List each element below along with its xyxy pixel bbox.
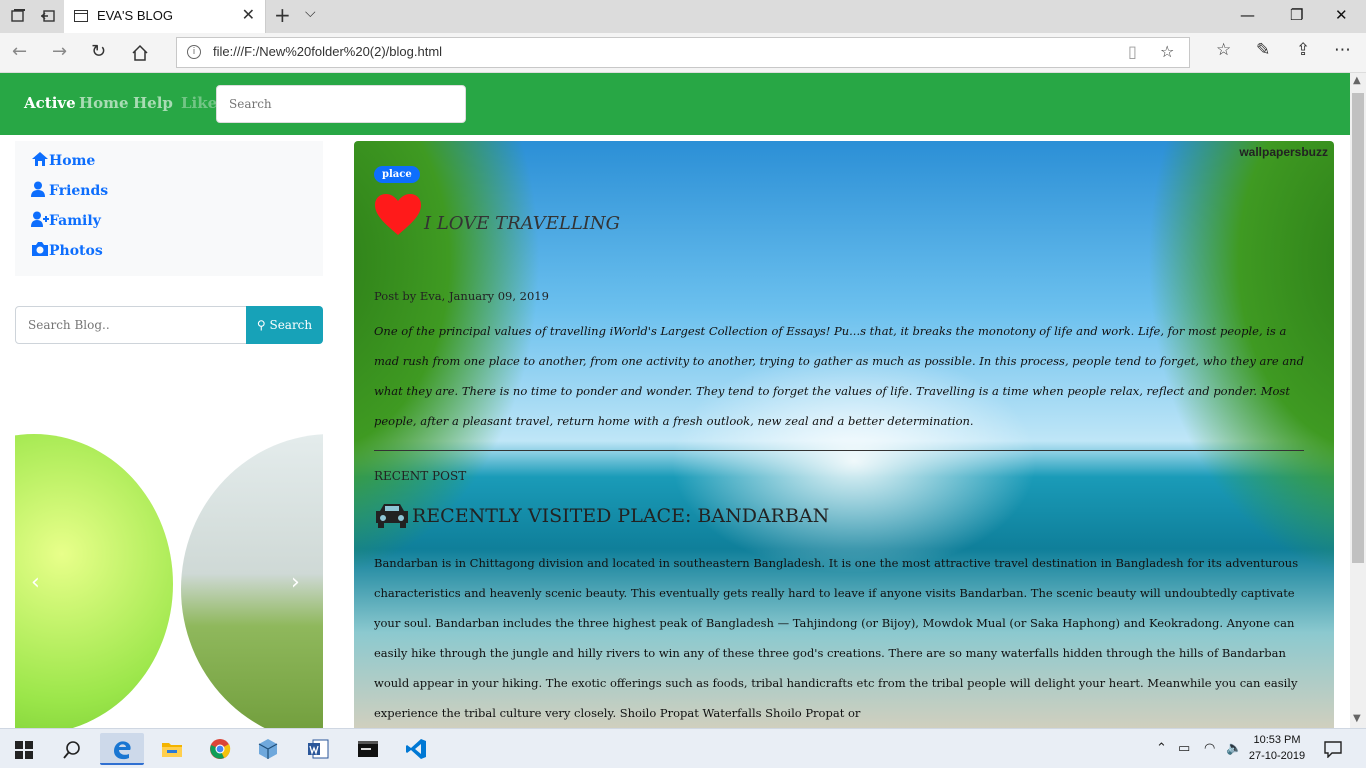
camera-icon — [32, 242, 48, 256]
recent-post-title: RECENTLY VISITED PLACE: BANDARBAN — [412, 505, 830, 527]
notifications-icon[interactable] — [1324, 740, 1342, 758]
forward-icon[interactable]: → — [52, 41, 67, 62]
taskbar-chrome[interactable] — [198, 733, 242, 765]
edge-icon — [114, 741, 131, 760]
sidebar-item-label: Family — [49, 213, 101, 229]
image-carousel: ‹ › — [15, 434, 323, 728]
user-plus-icon — [31, 211, 49, 227]
browser-tab[interactable]: EVA'S BLOG ✕ — [64, 0, 266, 33]
reading-view-icon[interactable]: ▯ — [1128, 42, 1137, 61]
blog-search-button[interactable]: ⚲ Search — [246, 306, 323, 344]
search-icon: ⚲ — [256, 318, 266, 332]
browser-titlebar: EVA'S BLOG ✕ + ⌵ — ❐ ✕ — [0, 0, 1366, 33]
sidebar-item-home[interactable]: Home — [31, 151, 95, 169]
terminal-icon — [358, 741, 378, 757]
sidebar-item-label: Photos — [49, 243, 103, 259]
wifi-icon[interactable]: ◠ — [1204, 741, 1215, 756]
address-bar: ← → ↻ i file:///F:/New%20folder%20(2)/bl… — [0, 33, 1366, 73]
clock-date: 27-10-2019 — [1248, 750, 1306, 762]
tab-title: EVA'S BLOG — [97, 8, 173, 23]
sidebar-item-label: Home — [49, 153, 96, 169]
post-body: One of the principal values of travellin… — [374, 324, 1304, 428]
blog-search-input[interactable] — [15, 306, 247, 344]
recent-post-body: Bandarban is in Chittagong division and … — [374, 556, 1299, 720]
word-icon — [308, 739, 329, 759]
more-icon[interactable]: ⋯ — [1334, 40, 1351, 60]
url-text[interactable]: file:///F:/New%20folder%20(2)/blog.html — [213, 44, 442, 59]
back-icon[interactable]: ← — [12, 41, 27, 62]
vertical-scrollbar[interactable]: ▲ ▼ — [1350, 73, 1366, 728]
folder-icon — [162, 743, 182, 757]
search-icon[interactable] — [62, 740, 82, 760]
nav-link-help[interactable]: Help — [133, 94, 173, 112]
nav-link-like[interactable]: Like — [181, 94, 217, 112]
page-icon — [74, 10, 88, 22]
info-icon[interactable]: i — [187, 45, 201, 59]
minimize-icon[interactable]: — — [1240, 6, 1255, 24]
new-tab-icon[interactable]: + — [274, 3, 291, 27]
taskbar-terminal[interactable] — [346, 733, 390, 765]
heart-icon — [375, 194, 421, 235]
taskbar-app-box[interactable] — [246, 733, 290, 765]
car-icon — [376, 504, 408, 528]
windows-start-icon[interactable] — [15, 741, 33, 759]
share-icon[interactable]: ⇪ — [1296, 40, 1310, 60]
scroll-up-icon[interactable]: ▲ — [1353, 75, 1361, 86]
favorites-icon[interactable]: ☆ — [1216, 40, 1231, 60]
blog-post-card: wallpapersbuzz place I LOVE TRAVELLING P… — [354, 141, 1334, 728]
clock-time: 10:53 PM — [1253, 734, 1301, 746]
favorite-star-icon[interactable]: ☆ — [1160, 42, 1174, 61]
post-meta: Post by Eva, January 09, 2019 — [374, 289, 549, 303]
web-page: Active Home Help Like Home Friends Famil… — [0, 73, 1350, 728]
battery-icon[interactable]: ▭ — [1178, 741, 1190, 756]
close-window-icon[interactable]: ✕ — [1335, 6, 1348, 24]
box-icon — [258, 739, 278, 759]
place-badge: place — [374, 166, 420, 183]
carousel-slide-image — [181, 434, 323, 728]
watermark: wallpapersbuzz — [1239, 145, 1328, 159]
sidebar-item-family[interactable]: Family — [31, 211, 101, 229]
scroll-down-icon[interactable]: ▼ — [1353, 713, 1361, 724]
set-tabs-aside-icon[interactable] — [40, 8, 56, 24]
post-title: I LOVE TRAVELLING — [424, 213, 621, 234]
taskbar-word[interactable] — [296, 733, 340, 765]
restore-icon[interactable]: ❐ — [1290, 6, 1303, 24]
nav-link-active[interactable]: Active — [24, 94, 76, 112]
home-icon — [32, 152, 48, 166]
system-clock[interactable]: 10:53 PM 27-10-2019 — [1248, 732, 1306, 764]
sidebar-item-label: Friends — [49, 183, 109, 199]
navbar-search-input[interactable] — [216, 85, 466, 123]
taskbar-edge[interactable] — [100, 733, 144, 765]
side-menu: Home Friends Family Photos — [15, 141, 323, 276]
vscode-icon — [406, 739, 426, 759]
tab-actions-icon[interactable] — [10, 8, 26, 24]
nav-link-home[interactable]: Home — [79, 94, 129, 112]
home-button-icon[interactable] — [131, 44, 149, 62]
taskbar-file-explorer[interactable] — [150, 733, 194, 765]
user-icon — [31, 181, 45, 197]
sidebar-item-photos[interactable]: Photos — [31, 241, 103, 259]
taskbar-vscode[interactable] — [394, 733, 438, 765]
navbar: Active Home Help Like — [0, 73, 1350, 135]
taskbar: ⌃ ▭ ◠ 🔈 10:53 PM 27-10-2019 — [0, 728, 1366, 768]
url-field[interactable]: i file:///F:/New%20folder%20(2)/blog.htm… — [176, 37, 1190, 68]
recent-post-label: RECENT POST — [374, 469, 467, 483]
volume-icon[interactable]: 🔈 — [1226, 741, 1242, 756]
chevron-down-icon[interactable]: ⌵ — [305, 5, 316, 21]
close-tab-icon[interactable]: ✕ — [242, 5, 255, 24]
search-button-label: Search — [269, 318, 313, 332]
divider — [374, 450, 1304, 451]
sidebar-item-friends[interactable]: Friends — [31, 181, 108, 199]
show-hidden-icons-icon[interactable]: ⌃ — [1156, 741, 1167, 756]
refresh-icon[interactable]: ↻ — [91, 41, 106, 62]
carousel-prev-icon[interactable]: ‹ — [31, 570, 40, 595]
pen-icon[interactable]: ✎ — [1256, 40, 1270, 60]
carousel-next-icon[interactable]: › — [291, 570, 300, 595]
chrome-icon — [210, 739, 231, 759]
scrollbar-thumb[interactable] — [1352, 93, 1364, 563]
